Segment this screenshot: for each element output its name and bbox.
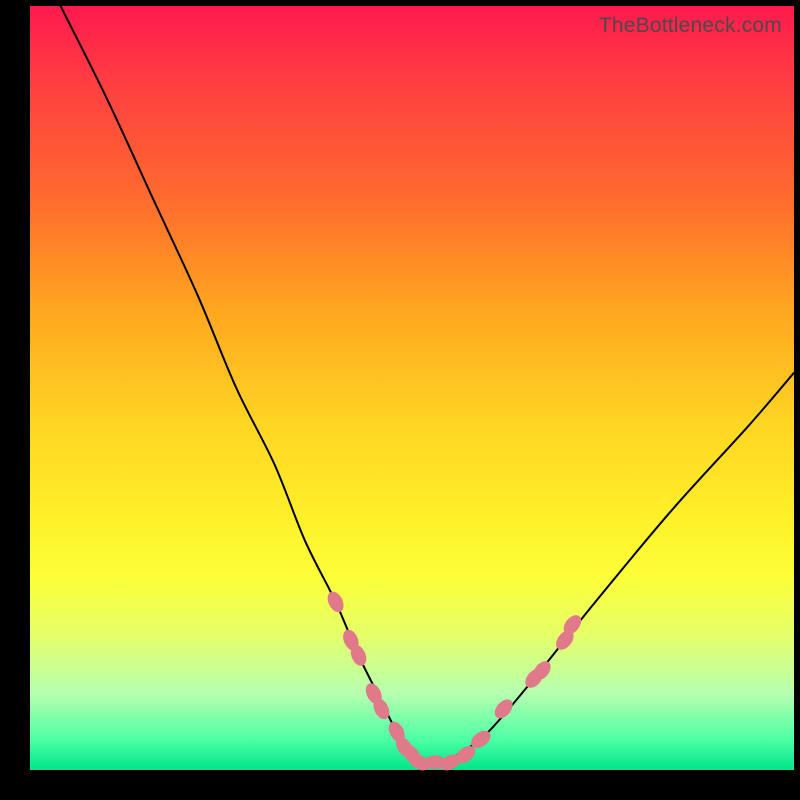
plot-area: TheBottleneck.com — [30, 6, 794, 770]
bottleneck-curve — [61, 6, 794, 763]
curve-marker — [491, 696, 516, 722]
chart-frame: TheBottleneck.com — [0, 0, 800, 800]
chart-overlay — [30, 6, 794, 770]
curve-marker — [324, 589, 346, 615]
marker-group — [324, 589, 584, 774]
